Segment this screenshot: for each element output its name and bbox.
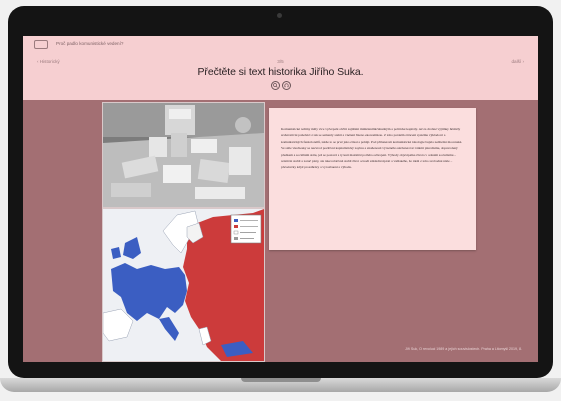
- laptop-base: [0, 378, 561, 392]
- text-card: Komunistické režimy měly vice vyčerpalé …: [269, 108, 476, 250]
- magnifier-icon: [273, 83, 278, 88]
- europe-map-image: [103, 209, 264, 361]
- app-title: Proč padlo komunistické vedení?: [56, 41, 124, 46]
- webcam: [277, 13, 282, 18]
- audio-button[interactable]: [282, 81, 291, 90]
- window-icon[interactable]: [34, 40, 48, 49]
- step-indicator: 3/5: [277, 59, 284, 64]
- historical-photo[interactable]: [102, 102, 265, 208]
- source-credit: Jiří Suk, O revoluci 1989 a jejích souvi…: [405, 347, 522, 351]
- zoom-button[interactable]: [271, 81, 280, 90]
- headphones-icon: [284, 83, 289, 88]
- historian-text: Komunistické režimy měly vice vyčerpalé …: [281, 127, 463, 170]
- photo-image: [103, 103, 264, 207]
- next-link[interactable]: další ›: [511, 59, 524, 64]
- screen: Proč padlo komunistické vedení? ‹ Histor…: [23, 36, 538, 362]
- cold-war-europe-map[interactable]: [102, 208, 265, 362]
- page-title: Přečtěte si text historika Jiřího Suka.: [197, 66, 364, 78]
- laptop-notch: [241, 378, 321, 382]
- page-header: ‹ Historický 3/5 další › Přečtěte si tex…: [23, 54, 538, 100]
- app-bar: Proč padlo komunistické vedení?: [23, 36, 538, 55]
